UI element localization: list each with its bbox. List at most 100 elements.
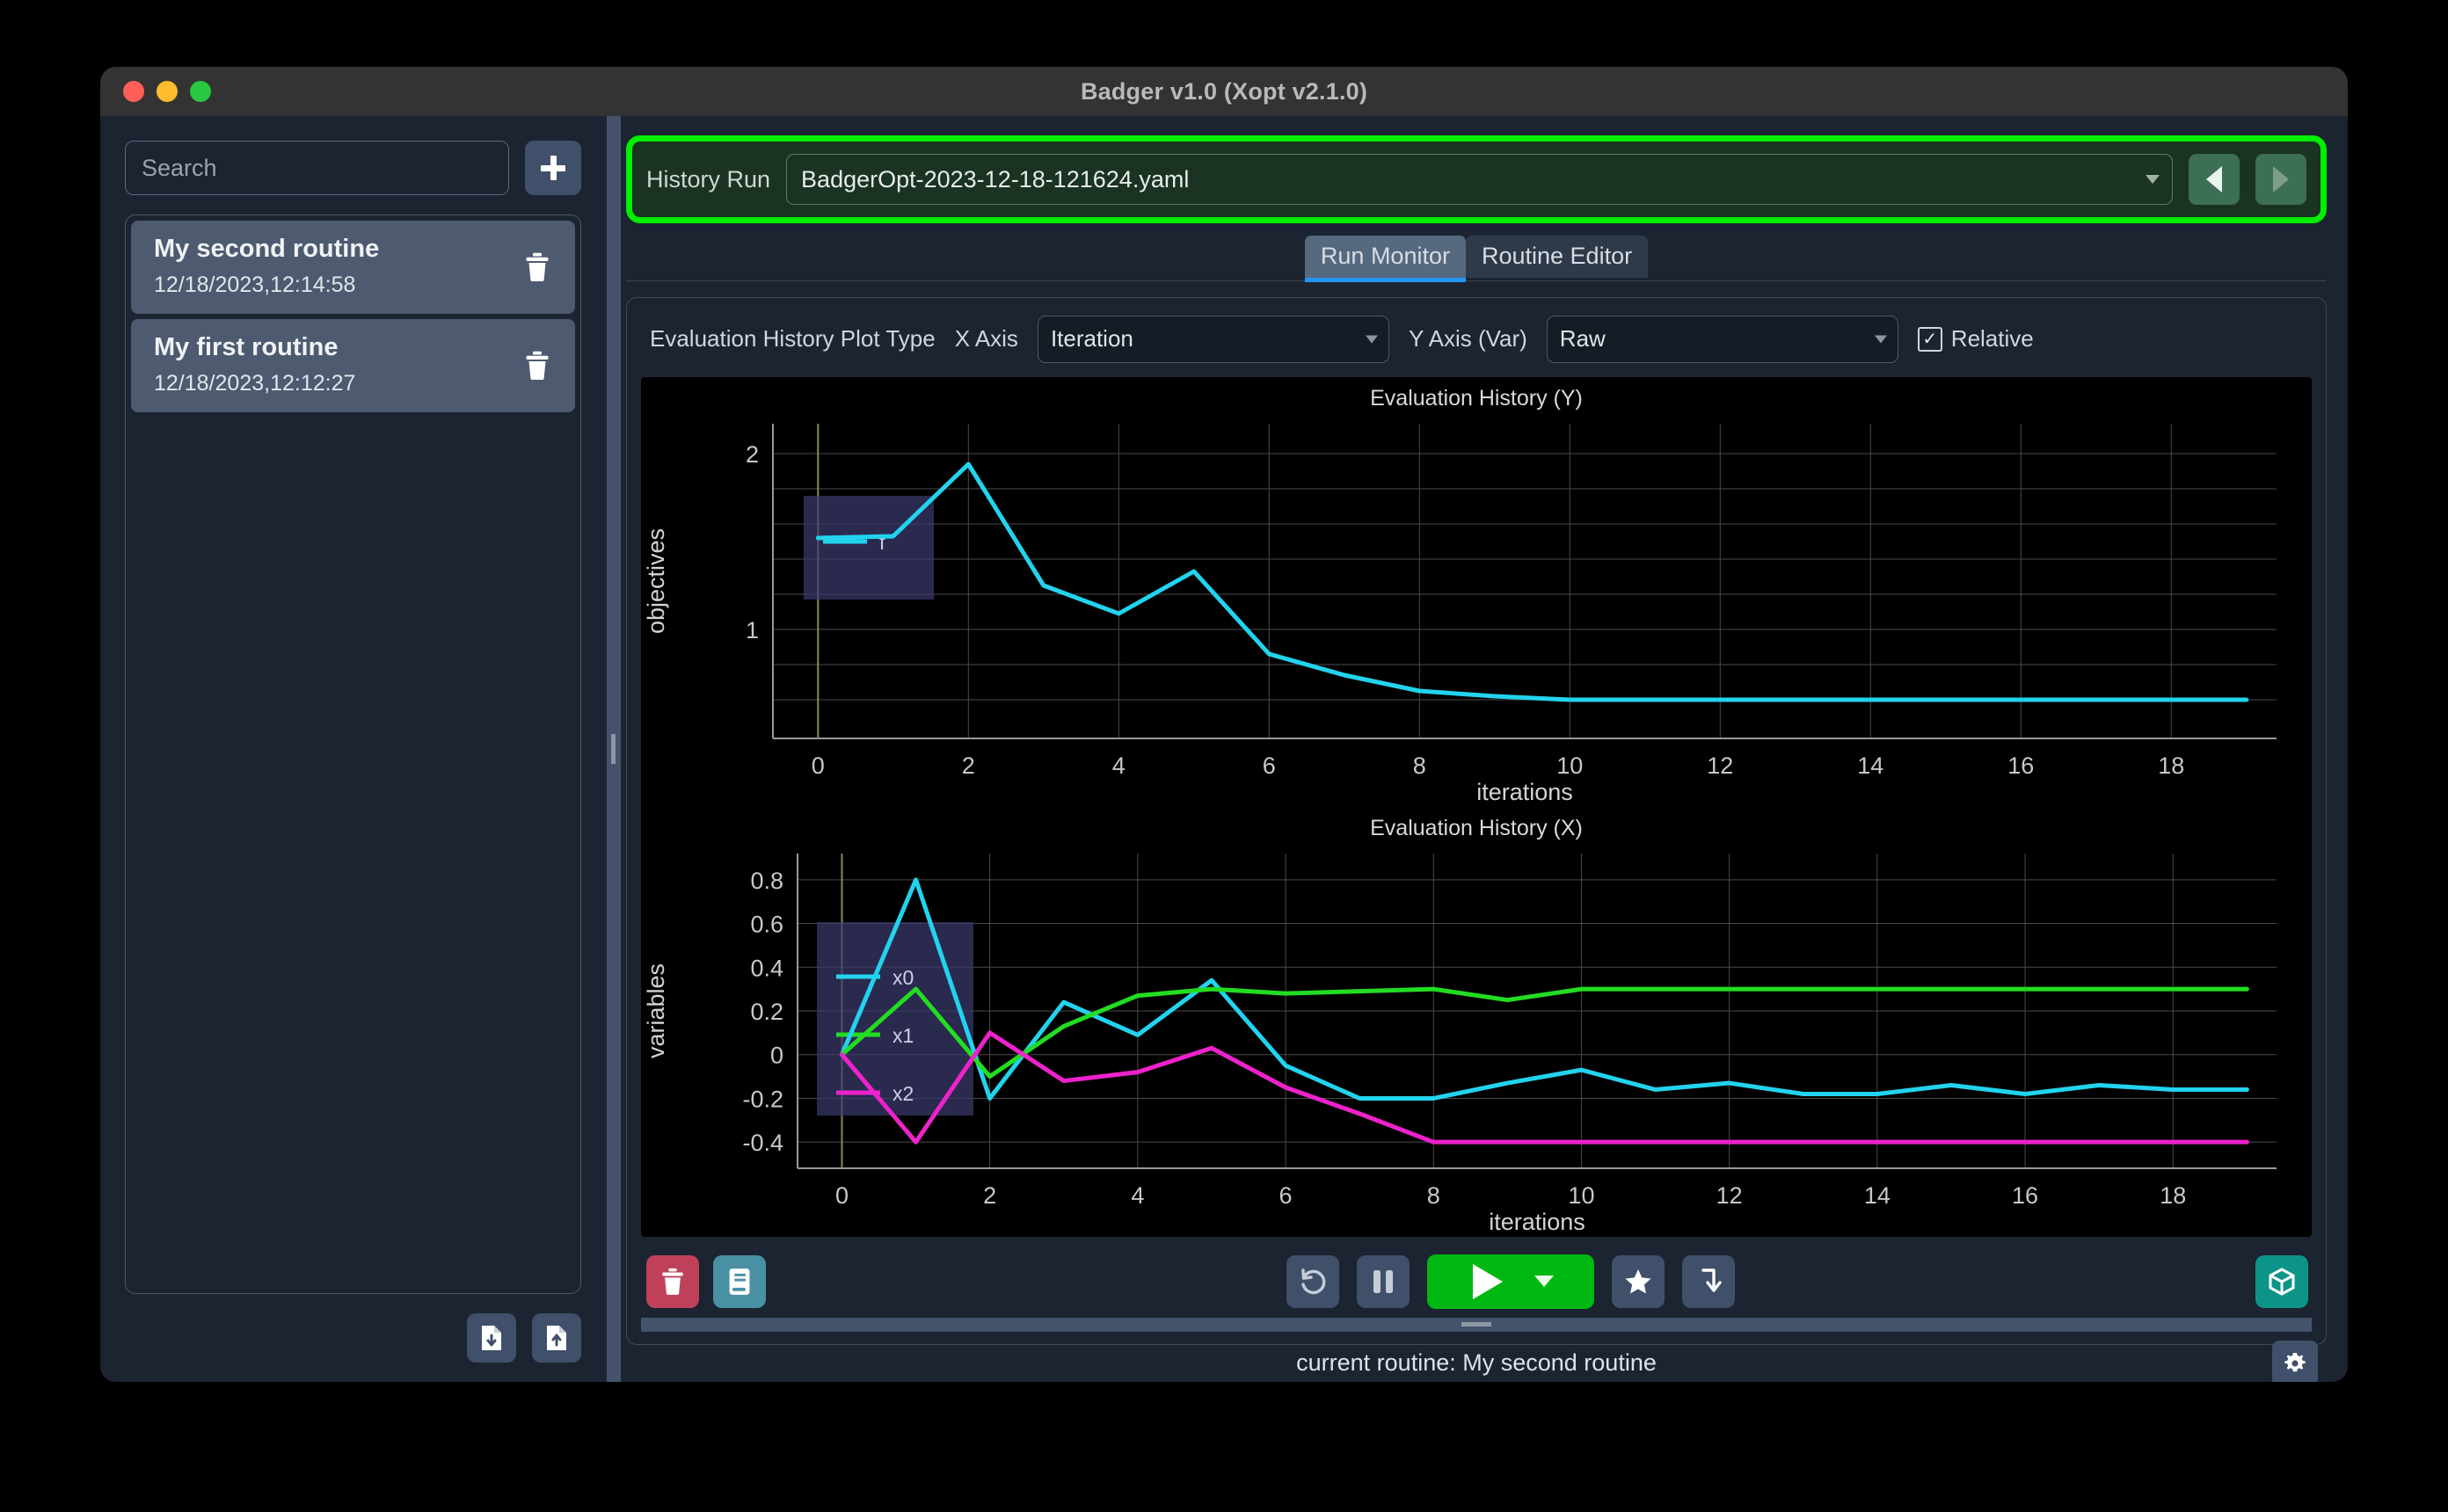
svg-text:0: 0 [770,1043,783,1069]
x-axis-value: Iteration [1050,325,1133,353]
list-item[interactable]: My first routine 12/18/2023,12:12:27 [131,319,576,412]
svg-text:6: 6 [1263,752,1276,779]
trash-icon[interactable] [524,351,550,381]
y-axis-label: Y Axis (Var) [1408,325,1527,353]
routine-name: My second routine [154,235,380,263]
svg-text:14: 14 [1864,1182,1891,1209]
arrow-down-hook-icon [1701,1268,1722,1292]
svg-text:0.4: 0.4 [750,955,783,981]
star-icon [1625,1268,1651,1294]
routine-timestamp: 12/18/2023,12:12:27 [154,371,356,396]
svg-text:8: 8 [1413,752,1426,779]
svg-text:0.6: 0.6 [750,912,783,938]
reset-icon [1301,1268,1326,1295]
history-run-select[interactable]: BadgerOpt-2023-12-18-121624.yaml [786,154,2173,205]
chart-x-svg: 0 2 4 6 8 10 12 14 16 18 0.8 0.6 0.4 0.2 0 -0.2 -0.4 iter… [643,853,2277,1235]
chevron-down-icon [2146,175,2160,184]
tab-routine-editor[interactable]: Routine Editor [1465,236,1649,278]
svg-text:variables: variables [643,963,669,1058]
svg-text:2: 2 [983,1182,996,1209]
evaluation-history-x-plot[interactable]: Evaluation History (X) 0 2 4 6 8 10 12 14 16 18 0.… [641,807,2312,1237]
svg-text:8: 8 [1427,1182,1440,1209]
svg-text:10: 10 [1568,1182,1594,1209]
import-routine-button[interactable] [467,1313,517,1363]
set-to-optimum-button[interactable] [1682,1254,1735,1308]
plot-title-x: Evaluation History (X) [1370,815,1583,840]
logbook-icon [729,1268,750,1295]
relative-label: Relative [1950,325,2034,353]
extensions-button[interactable] [2255,1254,2308,1308]
svg-text:1: 1 [746,617,759,643]
previous-run-button[interactable] [2189,154,2240,205]
y-axis-value: Raw [1559,325,1606,353]
run-button[interactable] [1427,1254,1594,1309]
tab-divider [626,280,2327,281]
status-bar: current routine: My second routine [626,1340,2327,1382]
history-run-label: History Run [646,165,771,193]
chevron-down-icon[interactable] [1534,1276,1554,1288]
play-icon [1473,1263,1503,1299]
reset-button[interactable] [1286,1254,1339,1308]
jump-to-optimum-button[interactable] [1612,1254,1665,1308]
chevron-down-icon [1874,335,1887,344]
toolbar-left [646,1254,766,1308]
svg-text:12: 12 [1716,1182,1743,1209]
trash-icon[interactable] [524,252,550,282]
svg-text:0: 0 [835,1182,849,1209]
svg-text:10: 10 [1556,752,1583,779]
evaluation-history-y-plot[interactable]: Evaluation History (Y) 0 2 4 6 8 10 12 14 16 18 1 2… [641,377,2312,807]
pause-button[interactable] [1357,1254,1410,1308]
file-upload-icon [547,1326,567,1350]
svg-text:objectives: objectives [643,528,669,634]
list-item[interactable]: My second routine 12/18/2023,12:14:58 [131,221,576,314]
relative-checkbox[interactable]: ✓ Relative [1917,325,2034,353]
toolbar-center [766,1254,2255,1309]
horizontal-splitter[interactable] [641,1317,2312,1332]
app-window: Badger v1.0 (Xopt v2.1.0) My second rout… [100,67,2348,1382]
next-run-button[interactable] [2255,154,2306,205]
svg-text:2: 2 [962,752,975,779]
pause-icon [1373,1269,1393,1293]
window-title: Badger v1.0 (Xopt v2.1.0) [1080,77,1368,105]
x-axis-select[interactable]: Iteration [1037,315,1389,363]
svg-text:x2: x2 [892,1082,914,1105]
plot-controls: Evaluation History Plot Type X Axis Iter… [641,314,2312,363]
trash-icon [662,1268,683,1295]
svg-text:x0: x0 [892,966,914,989]
settings-button[interactable] [2272,1340,2318,1382]
chevron-left-icon [2206,166,2222,193]
tab-bar: Run Monitor Routine Editor [626,236,2327,282]
svg-text:0: 0 [812,752,825,779]
panel-splitter[interactable] [606,116,621,1382]
file-download-icon [482,1326,502,1350]
delete-run-button[interactable] [646,1254,699,1308]
cube-icon [2269,1268,2295,1296]
logbook-button[interactable] [713,1254,766,1308]
routine-list[interactable]: My second routine 12/18/2023,12:14:58 My… [125,214,582,1294]
main-panel: History Run BadgerOpt-2023-12-18-121624.… [621,116,2348,1382]
gear-icon [2284,1352,2306,1372]
plot-type-label: Evaluation History Plot Type [650,325,936,353]
export-routine-button[interactable] [532,1313,582,1363]
routine-name: My first routine [154,333,339,361]
run-toolbar [641,1251,2312,1312]
search-row [125,141,582,195]
svg-text:0.2: 0.2 [750,999,783,1025]
routine-timestamp: 12/18/2023,12:14:58 [154,273,356,297]
y-axis-select[interactable]: Raw [1546,315,1898,363]
svg-text:4: 4 [1131,1182,1144,1209]
run-monitor-panel: Evaluation History Plot Type X Axis Iter… [626,296,2327,1345]
routine-sidebar: My second routine 12/18/2023,12:14:58 My… [100,116,606,1382]
splitter-grip[interactable] [606,116,621,1382]
plot-area: Evaluation History (Y) 0 2 4 6 8 10 12 14 16 18 1 2… [641,376,2312,1237]
plus-icon [540,155,566,181]
svg-text:x1: x1 [892,1024,914,1047]
search-input[interactable] [125,141,510,195]
sidebar-footer [125,1313,582,1363]
svg-text:-0.4: -0.4 [742,1130,783,1156]
chart-y-svg: 0 2 4 6 8 10 12 14 16 1812iterationsobjectives f [643,423,2277,805]
checkbox-icon: ✓ [1917,326,1942,352]
add-routine-button[interactable] [525,141,582,195]
tab-run-monitor[interactable]: Run Monitor [1304,236,1467,282]
svg-text:14: 14 [1857,752,1883,779]
